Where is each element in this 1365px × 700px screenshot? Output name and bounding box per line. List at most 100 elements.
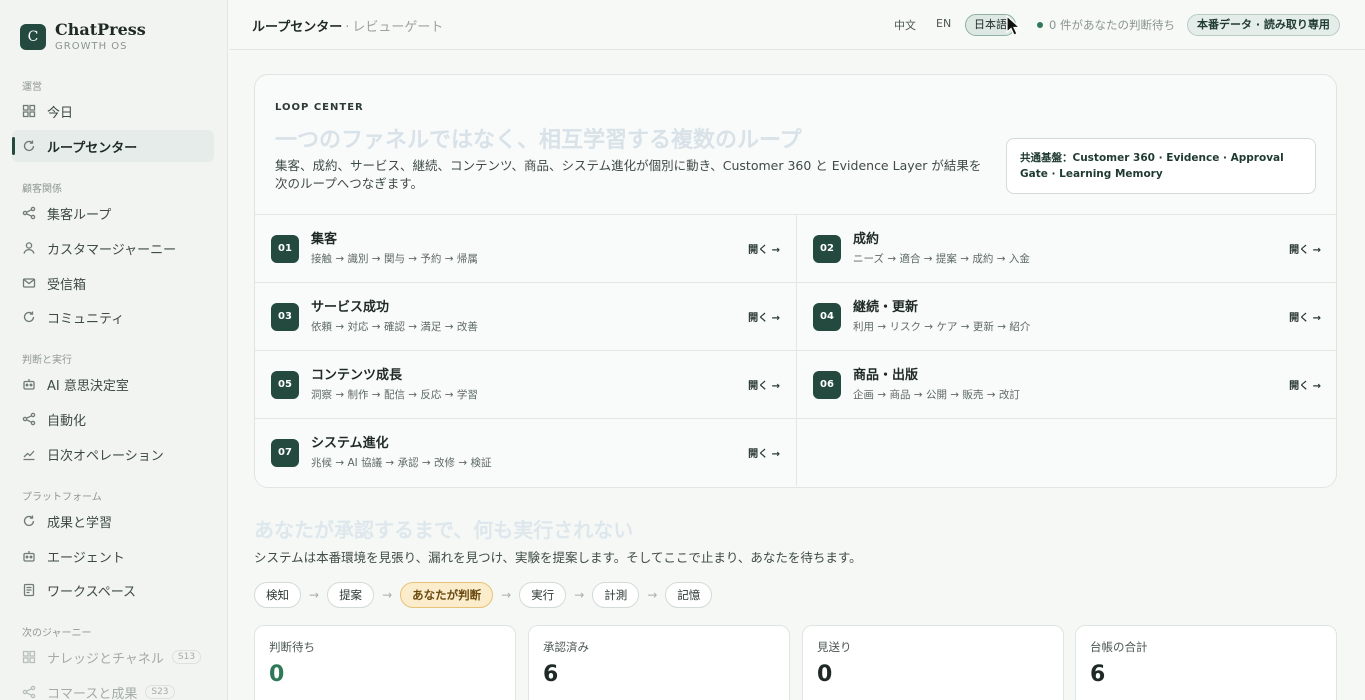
loop-title: 継続・更新 (853, 299, 919, 315)
share-icon (22, 685, 36, 699)
sidebar-item-label: 成果と学習 (47, 515, 113, 531)
sidebar-item-acquisition-loop[interactable]: 集客ループ (12, 197, 214, 229)
stat-label: 判断待ち (269, 640, 315, 654)
loop-card-conversion[interactable]: 02 成約ニーズ → 適合 → 提案 → 成約 → 入金 開く → (796, 214, 1336, 282)
sidebar-item-label: ナレッジとチャネル (47, 651, 164, 667)
loop-number: 06 (813, 370, 841, 399)
loop-number: 01 (271, 234, 299, 263)
sidebar-item-inbox[interactable]: 受信箱 (12, 267, 214, 299)
loop-steps: 洞察 → 制作 → 配信 → 反応 → 学習 (311, 388, 478, 401)
open-link[interactable]: 開く → (748, 445, 780, 460)
sidebar-item-workspace[interactable]: ワークスペース (12, 574, 214, 606)
loop-card-service-success[interactable]: 03 サービス成功 依頼 → 対応 → 確認 → 満足 → 改善 開く → (255, 282, 796, 350)
loop-card-retention[interactable]: 04 継続・更新利用 → リスク → ケア → 更新 → 紹介 開く → (796, 282, 1336, 350)
open-link[interactable]: 開く → (1289, 241, 1321, 256)
sidebar-item-agents[interactable]: エージェント (12, 540, 214, 572)
pending-text: 0 件があなたの判断待ち (1049, 18, 1175, 32)
open-link[interactable]: 開く → (748, 309, 780, 324)
mail-icon (22, 276, 36, 290)
stat-value: 0 (817, 662, 833, 687)
robot-icon (22, 377, 36, 391)
grid-icon (22, 650, 36, 664)
step-remember: 記憶 (665, 582, 713, 608)
status-dot-icon (1037, 22, 1043, 28)
stat-card-approved[interactable]: 承認済み 6 (528, 625, 790, 700)
step-measure: 計測 (592, 582, 640, 608)
sidebar-item-label: ワークスペース (47, 584, 137, 600)
stat-card-deferred[interactable]: 見送り 0 (802, 625, 1064, 700)
loop-card-empty (796, 418, 1336, 486)
arrow-right-icon: → (382, 588, 393, 602)
stat-label: 台帳の合計 (1090, 640, 1148, 654)
page-subtitle: レビューゲート (352, 20, 444, 35)
sidebar-item-automation[interactable]: 自動化 (12, 403, 214, 435)
stat-value: 6 (543, 662, 559, 687)
sidebar-item-loop-center[interactable]: ループセンター (12, 130, 214, 162)
loop-title: 成約 (853, 231, 880, 247)
lang-en-button[interactable]: EN (936, 17, 951, 30)
sidebar-item-ai-decision-room[interactable]: AI 意思決定室 (12, 368, 214, 400)
open-link[interactable]: 開く → (1289, 309, 1321, 324)
sidebar-item-community[interactable]: コミュニティ (12, 301, 214, 333)
sidebar-item-results-learning[interactable]: 成果と学習 (12, 505, 214, 537)
nav-section-next-journey: 次のジャーニー (22, 628, 92, 639)
lang-zh-button[interactable]: 中文 (894, 17, 916, 33)
sidebar-item-label: 受信箱 (47, 277, 87, 293)
step-badge: S13 (171, 650, 202, 664)
sidebar-item-customer-journey[interactable]: カスタマージャーニー (12, 232, 214, 264)
loop-card-product-publishing[interactable]: 06 商品・出版 企画 → 商品 → 公開 → 販売 → 改訂 開く → (796, 350, 1336, 418)
sidebar-item-knowledge-channels[interactable]: ナレッジとチャネル S13 (12, 641, 214, 673)
stat-value: 0 (269, 662, 285, 687)
open-link[interactable]: 開く → (1289, 377, 1321, 392)
brand-logo: C (20, 24, 46, 50)
loop-title: システム進化 (311, 435, 389, 451)
sidebar-item-label: 集客ループ (47, 207, 112, 223)
stat-card-pending[interactable]: 判断待ち 0 (254, 625, 516, 700)
loop-steps: 利用 → リスク → ケア → 更新 → 紹介 (853, 320, 1031, 333)
robot-icon (22, 549, 36, 563)
loop-number: 05 (271, 370, 299, 399)
sidebar-item-daily-operations[interactable]: 日次オペレーション (12, 438, 214, 470)
share-icon (22, 206, 36, 220)
loop-title: 商品・出版 (853, 367, 919, 383)
open-link[interactable]: 開く → (748, 377, 780, 392)
shared-foundation-box: 共通基盤：Customer 360 · Evidence · Approval … (1006, 138, 1316, 194)
loop-center-description: 集客、成約、サービス、継続、コンテンツ、商品、システム進化が個別に動き、Cust… (275, 158, 982, 191)
open-link[interactable]: 開く → (748, 241, 780, 256)
loop-card-content-growth[interactable]: 05 コンテンツ成長洞察 → 制作 → 配信 → 反応 → 学習 開く → (255, 350, 796, 418)
sidebar-item-label: コミュニティ (47, 311, 125, 327)
brand-subtitle: GROWTH OS (55, 41, 128, 52)
approval-title: あなたが承認するまで、何も実行されない (254, 518, 634, 542)
stat-card-ledger-total[interactable]: 台帳の合計 6 (1075, 625, 1337, 700)
loop-number: 04 (813, 302, 841, 331)
loop-card-system-evolution[interactable]: 07 システム進化兆候 → AI 協議 → 承認 → 改修 → 検証 開く → (255, 418, 796, 486)
loop-number: 07 (271, 438, 299, 467)
topbar: ループセンター · レビューゲート 中文 EN 日本語 0 件があなたの判断待ち 本… (229, 0, 1365, 50)
approval-description: システムは本番環境を見張り、漏れを見つけ、実験を提案します。そしてここで止まり、… (254, 550, 862, 565)
mouse-cursor-icon (1006, 15, 1022, 36)
approval-flow: 検知 → 提案 → あなたが判断 → 実行 → 計測 → 記憶 (254, 582, 713, 608)
step-your-decision: あなたが判断 (400, 582, 494, 608)
refresh-icon (22, 310, 36, 324)
step-propose: 提案 (327, 582, 375, 608)
loop-card-acquisition[interactable]: 01 集客 接触 → 識別 → 関与 → 予約 → 帰属 開く → (255, 214, 796, 282)
loop-number: 03 (271, 302, 299, 331)
sidebar-item-commerce-results[interactable]: コマースと成果 S23 (12, 676, 214, 700)
loop-steps: ニーズ → 適合 → 提案 → 成約 → 入金 (853, 252, 1030, 265)
loop-steps: 兆候 → AI 協議 → 承認 → 改修 → 検証 (311, 456, 492, 469)
loop-steps: 依頼 → 対応 → 確認 → 満足 → 改善 (311, 320, 478, 333)
sidebar-item-label: AI 意思決定室 (47, 378, 129, 394)
loop-number: 02 (813, 234, 841, 263)
page-title: ループセンター (252, 20, 343, 35)
arrow-right-icon: → (574, 588, 585, 602)
document-icon (22, 583, 36, 597)
loop-center-title: 一つのファネルではなく、相互学習する複数のループ (275, 127, 802, 153)
sidebar-item-label: 日次オペレーション (47, 448, 164, 464)
trend-icon (22, 447, 36, 461)
brand[interactable]: C ChatPress GROWTH OS (20, 20, 146, 54)
stat-label: 承認済み (543, 640, 589, 654)
sidebar-item-label: 自動化 (47, 413, 87, 429)
step-execute: 実行 (519, 582, 567, 608)
sidebar-item-today[interactable]: 今日 (12, 95, 214, 127)
loop-title: コンテンツ成長 (311, 367, 403, 383)
